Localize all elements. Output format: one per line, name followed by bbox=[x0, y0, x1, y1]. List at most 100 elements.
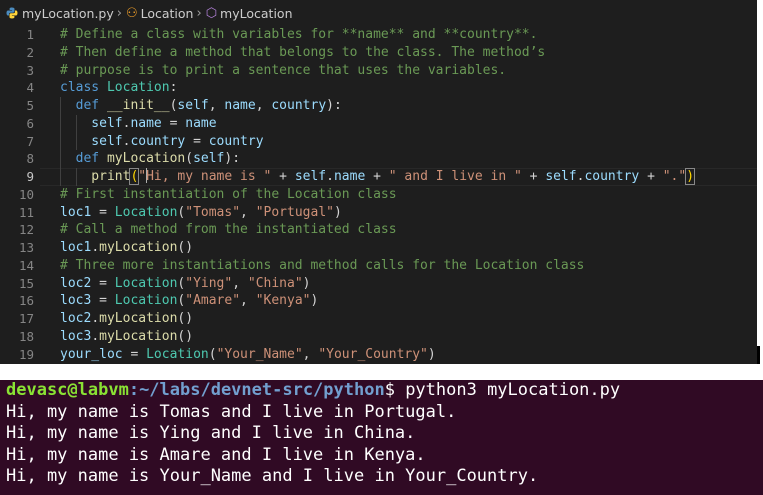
line-number: 4 bbox=[26, 80, 34, 96]
code-text: loc1 = Location("Tomas", "Portugal") bbox=[60, 204, 342, 222]
code-token: = bbox=[122, 346, 147, 362]
code-token: def bbox=[60, 151, 107, 167]
line-number: 5 bbox=[26, 98, 34, 113]
terminal-output-line: Hi, my name is Your_Name and I live in Y… bbox=[6, 466, 539, 486]
code-token: class bbox=[60, 80, 107, 96]
code-area[interactable]: 1 # Define a class with variables for **n… bbox=[0, 26, 757, 363]
terminal-output-line: Hi, my name is Amare and I live in Kenya… bbox=[6, 444, 426, 465]
code-line[interactable]: 17 loc2.myLocation() bbox=[0, 310, 757, 328]
code-token: . bbox=[91, 311, 100, 326]
code-editor[interactable]: myLocation.py › ⚇ Location › ⬡ myLocatio… bbox=[0, 0, 757, 364]
code-line[interactable]: 1 # Define a class with variables for **n… bbox=[0, 26, 757, 44]
code-line[interactable]: 9 print("Hi, my name is " + self.name + … bbox=[0, 168, 757, 186]
code-line[interactable]: 10 # First instantiation of the Location … bbox=[0, 186, 757, 204]
line-number: 18 bbox=[18, 328, 34, 344]
code-token: # Then define a method that belongs to t… bbox=[60, 44, 546, 60]
line-number: 19 bbox=[18, 346, 34, 362]
code-token: loc3 bbox=[60, 293, 92, 309]
code-token: : bbox=[169, 80, 178, 96]
prompt-path: :~/labs/devnet-src/python bbox=[128, 380, 385, 400]
code-token: Location bbox=[106, 80, 170, 96]
code-line[interactable]: 18 loc3.myLocation() bbox=[0, 328, 757, 346]
code-line[interactable]: 19 your_loc = Location("Your_Name", "Your… bbox=[0, 346, 757, 364]
code-token: name bbox=[130, 115, 162, 131]
code-token: loc2 bbox=[60, 275, 92, 291]
code-token: ) bbox=[427, 346, 436, 362]
code-token: = bbox=[185, 133, 209, 149]
code-token: "Ying" bbox=[185, 275, 233, 291]
code-text: loc3.myLocation() bbox=[60, 328, 193, 346]
code-text: self.name = name bbox=[60, 115, 217, 133]
breadcrumb-method[interactable]: ⬡ myLocation bbox=[206, 6, 293, 21]
code-token: name bbox=[185, 115, 217, 131]
code-token: ( bbox=[185, 151, 194, 167]
editor-scrollbar[interactable] bbox=[757, 346, 760, 364]
breadcrumb-file[interactable]: myLocation.py bbox=[0, 6, 114, 21]
code-token: print bbox=[60, 169, 131, 184]
code-line[interactable]: 2 # Then define a method that belongs to … bbox=[0, 44, 757, 62]
code-token: + bbox=[521, 169, 546, 184]
code-token: " bbox=[138, 169, 147, 184]
code-token: self bbox=[177, 98, 209, 113]
code-text: your_loc = Location("Your_Name", "Your_C… bbox=[60, 346, 436, 364]
code-text: loc1.myLocation() bbox=[60, 239, 193, 257]
code-text: # First instantiation of the Location cl… bbox=[60, 186, 397, 204]
code-text: loc2 = Location("Ying", "China") bbox=[60, 275, 311, 293]
code-line[interactable]: 6 self.name = name bbox=[0, 114, 757, 133]
terminal-command: python3 myLocation.py bbox=[405, 380, 621, 400]
line-number: 3 bbox=[26, 62, 34, 78]
code-token: , bbox=[232, 275, 248, 291]
code-token: loc1 bbox=[60, 204, 92, 220]
code-line[interactable]: 13 loc1.myLocation() bbox=[0, 239, 757, 257]
code-token: "China" bbox=[247, 275, 303, 291]
code-line[interactable]: 8 def myLocation(self): bbox=[0, 150, 757, 168]
code-text: def myLocation(self): bbox=[60, 150, 240, 168]
code-token: your_loc bbox=[60, 346, 123, 362]
line-number: 8 bbox=[26, 151, 34, 167]
code-token: () bbox=[177, 328, 194, 344]
code-text: # Then define a method that belongs to t… bbox=[60, 44, 545, 62]
code-token: Location bbox=[114, 204, 178, 220]
code-token: , bbox=[208, 98, 225, 113]
code-token: + bbox=[365, 169, 389, 184]
chevron-right-icon: › bbox=[196, 5, 202, 21]
code-token: loc2 bbox=[60, 311, 92, 326]
code-line[interactable]: 7 self.country = country bbox=[0, 132, 757, 151]
code-text: loc3 = Location("Amare", "Kenya") bbox=[60, 292, 318, 310]
line-number: 16 bbox=[18, 293, 34, 309]
code-line[interactable]: 15 loc2 = Location("Ying", "China") bbox=[0, 275, 757, 293]
code-line[interactable]: 14 # Three more instantiations and method… bbox=[0, 257, 757, 275]
code-token: , bbox=[240, 293, 256, 309]
code-token: Location bbox=[146, 346, 209, 362]
line-number: 6 bbox=[26, 115, 34, 131]
code-token: country bbox=[208, 133, 264, 149]
code-line[interactable]: 5 def __init__(self, name, country): bbox=[0, 97, 757, 115]
code-token: . bbox=[91, 240, 100, 255]
breadcrumb-class[interactable]: ⚇ Location bbox=[126, 6, 194, 21]
line-number: 1 bbox=[26, 27, 34, 42]
line-number: 13 bbox=[18, 240, 34, 255]
line-number: 15 bbox=[18, 275, 34, 291]
code-text: loc2.myLocation() bbox=[60, 310, 193, 328]
code-token: "Tomas" bbox=[185, 204, 241, 220]
code-line[interactable]: 11 loc1 = Location("Tomas", "Portugal") bbox=[0, 204, 757, 222]
terminal[interactable]: devasc@labvm:~/labs/devnet-src/python$ p… bbox=[0, 380, 763, 495]
code-token: country bbox=[271, 98, 327, 113]
code-token: country bbox=[130, 133, 186, 149]
code-line[interactable]: 12 # Call a method from the instantiated … bbox=[0, 221, 757, 239]
line-number: 7 bbox=[26, 133, 34, 149]
breadcrumb-class-label: Location bbox=[140, 5, 194, 21]
code-token: self bbox=[545, 169, 577, 184]
code-line[interactable]: 4 class Location: bbox=[0, 79, 757, 97]
code-token: # Define a class with variables for **na… bbox=[60, 27, 538, 42]
line-number: 11 bbox=[18, 204, 34, 220]
code-token: = bbox=[91, 204, 115, 220]
terminal-output-line: Hi, my name is Tomas and I live in Portu… bbox=[6, 401, 457, 422]
code-line[interactable]: 3 # purpose is to print a sentence that u… bbox=[0, 62, 757, 80]
code-token: loc1 bbox=[60, 240, 92, 255]
code-token: "Amare" bbox=[185, 293, 241, 309]
line-number: 10 bbox=[18, 186, 34, 202]
code-token: "Your_Country" bbox=[318, 346, 428, 362]
code-token: . bbox=[91, 328, 100, 344]
code-line[interactable]: 16 loc3 = Location("Amare", "Kenya") bbox=[0, 292, 757, 310]
